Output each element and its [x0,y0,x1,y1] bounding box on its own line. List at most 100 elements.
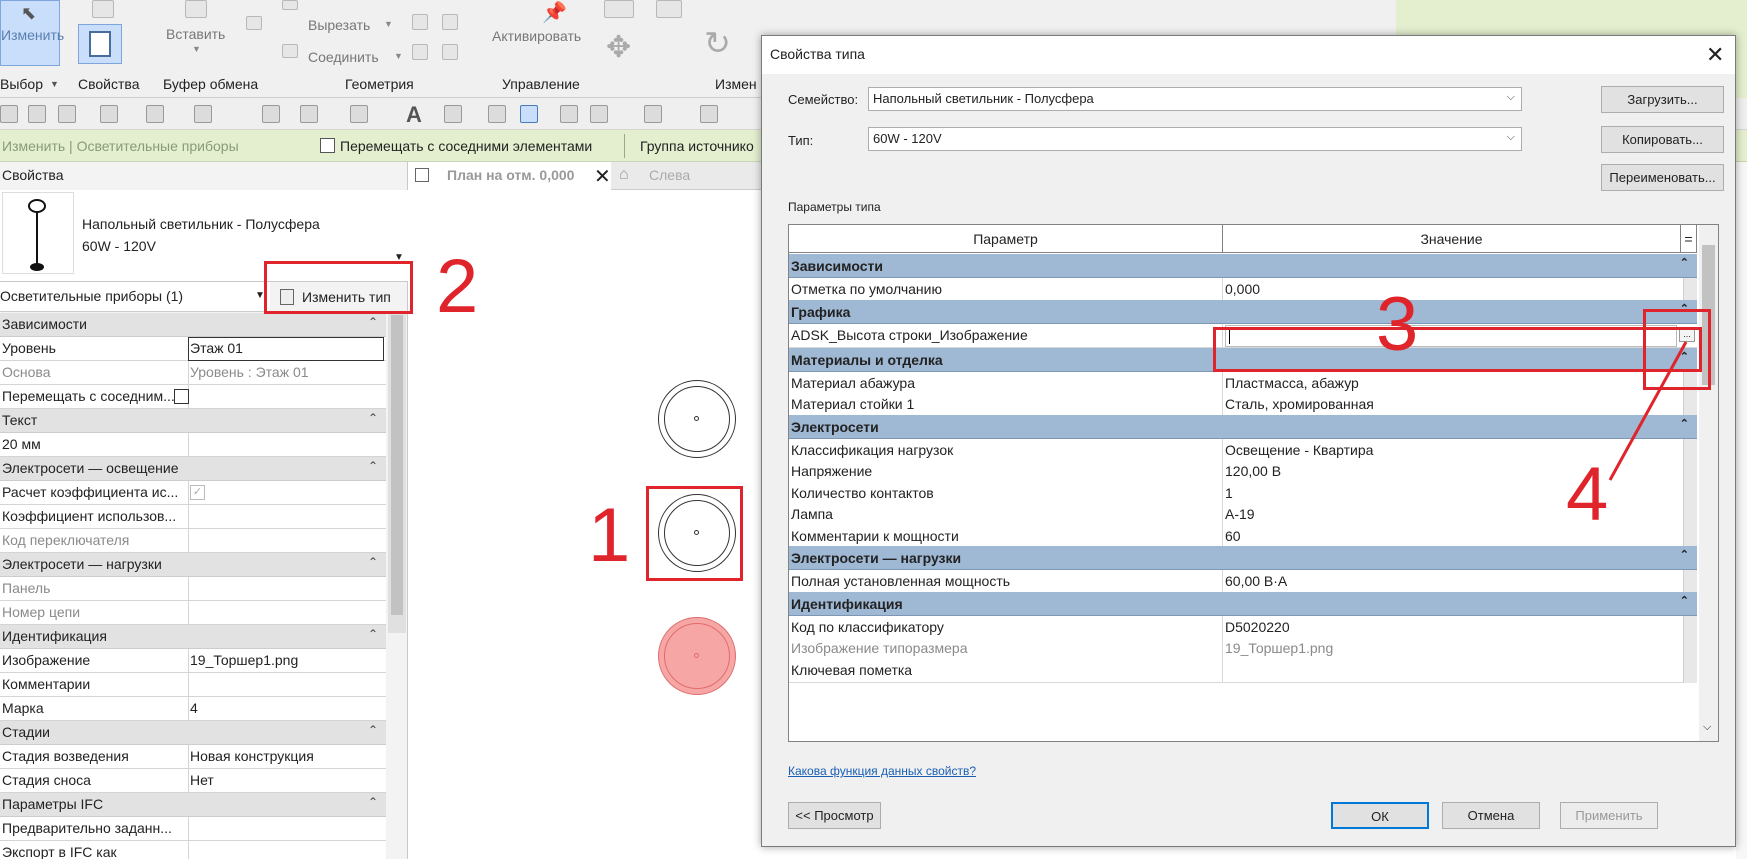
palette-section-header[interactable]: Идентификация ⌃ [0,625,386,649]
collapse-icon[interactable]: ⌃ [368,411,378,425]
property-value[interactable]: 4 [190,700,198,716]
collapse-icon[interactable]: ⌃ [1680,548,1689,561]
dimension-icon[interactable] [300,105,318,123]
parameter-value[interactable]: 1 [1225,485,1233,501]
collapse-icon[interactable]: ⌃ [1680,256,1689,269]
collapse-icon[interactable]: ⌃ [368,315,378,329]
palette-property-row[interactable]: Перемещать с соседним... [0,385,386,409]
move-with-neighbors-checkbox[interactable] [320,138,335,153]
tab-left-elevation[interactable]: Слева [649,167,690,183]
property-value[interactable]: 19_Торшер1.png [190,652,298,668]
palette-property-row[interactable]: Расчет коэффициента ис... ✓ [0,481,386,505]
sync-icon[interactable] [58,105,76,123]
palette-property-row[interactable]: Стадия сноса Нет [0,769,386,793]
palette-property-row[interactable]: 20 мм [0,433,386,457]
palette-property-row[interactable]: Стадия возведения Новая конструкция [0,745,386,769]
formula-cell[interactable] [1683,524,1697,549]
palette-scroll-thumb[interactable] [391,315,403,615]
join-icon[interactable] [282,44,298,58]
palette-property-row[interactable]: Панель [0,577,386,601]
palette-property-row[interactable]: Номер цепи [0,601,386,625]
instance-filter[interactable]: Осветительные приборы (1) ▼ [0,282,270,312]
copy-icon[interactable] [246,16,262,30]
undo-icon[interactable] [100,105,118,123]
formula-cell[interactable] [1683,503,1697,527]
modify-button[interactable]: ⬉ Изменить [0,0,64,66]
parameter-row[interactable]: Комментарии к мощности 60 [789,524,1697,549]
close-icon[interactable]: ✕ [1706,42,1724,68]
property-value[interactable]: Нет [190,772,214,788]
cut-dropdown-icon[interactable]: ▼ [384,19,393,29]
parameter-value[interactable]: 120,00 В [1225,463,1281,479]
column-header-value[interactable]: Значение [1223,225,1681,253]
parameter-row[interactable]: Полная установленная мощность 60,00 В·А [789,570,1697,594]
property-value[interactable]: Новая конструкция [190,748,314,764]
open-icon[interactable] [0,105,18,123]
palette-property-row[interactable]: Основа Уровень : Этаж 01 [0,361,386,385]
property-checkbox[interactable] [174,389,189,404]
ok-button[interactable]: ОК [1331,802,1429,829]
property-value[interactable]: Уровень : Этаж 01 [190,364,309,380]
collapse-icon[interactable]: ⌃ [368,723,378,737]
switch-windows-icon[interactable] [590,105,608,123]
property-value[interactable]: Этаж 01 [190,340,243,356]
3d-view-icon[interactable] [444,105,462,123]
group-select[interactable]: Выбор [0,76,43,92]
formula-cell[interactable] [1683,637,1697,661]
type-properties-icon[interactable] [92,0,114,18]
cut-button[interactable]: Вырезать [308,17,370,33]
palette-property-row[interactable]: Изображение 19_Торшер1.png [0,649,386,673]
formula-cell[interactable] [1683,278,1697,302]
customize-qat-icon[interactable] [700,105,718,123]
parameter-value[interactable]: 0,000 [1225,281,1260,297]
parameter-row[interactable]: Напряжение 120,00 В [789,460,1697,484]
geometry-tool-icon-3[interactable] [412,44,428,60]
palette-property-row[interactable]: Марка 4 [0,697,386,721]
redo-icon[interactable] [146,105,164,123]
palette-property-row[interactable]: Экспорт в IFC как [0,841,386,859]
tab-floor-plan[interactable]: План на отм. 0,000 ✕ [409,162,611,190]
parameter-row[interactable]: Изображение типоразмера 19_Торшер1.png [789,637,1697,661]
palette-property-row[interactable]: Предварительно заданн... [0,817,386,841]
paste-dropdown-icon[interactable]: ▼ [192,44,201,54]
join-dropdown-icon[interactable]: ▼ [394,51,403,61]
collapse-icon[interactable]: ⌃ [368,795,378,809]
palette-section-header[interactable]: Параметры IFC ⌃ [0,793,386,817]
text-icon[interactable]: A [406,102,422,128]
parameter-group-header[interactable]: Электросети — нагрузки ⌃ [789,546,1697,570]
palette-scrollbar[interactable] [388,313,406,633]
parameter-row[interactable]: Классификация нагрузок Освещение - Кварти… [789,438,1697,463]
tab-views-icon[interactable] [644,105,662,123]
palette-property-row[interactable]: Комментарии [0,673,386,697]
formula-cell[interactable] [1683,615,1697,640]
palette-section-header[interactable]: Зависимости ⌃ [0,313,386,337]
parameter-value[interactable]: D5020220 [1225,619,1290,635]
palette-section-header[interactable]: Текст ⌃ [0,409,386,433]
rename-button[interactable]: Переименовать... [1601,164,1724,191]
palette-section-header[interactable]: Электросети — нагрузки ⌃ [0,553,386,577]
preview-button[interactable]: << Просмотр [788,802,881,829]
column-header-equals[interactable]: = [1681,225,1697,253]
cancel-button[interactable]: Отмена [1442,802,1540,829]
scroll-down-icon[interactable]: ⌵ [1703,721,1711,734]
wrench-icon[interactable] [442,44,458,60]
move-icon[interactable]: ✥ [606,30,631,65]
grid-scrollbar[interactable]: ⌵ [1699,225,1718,741]
geometry-tool-icon[interactable] [412,14,428,30]
formula-cell[interactable] [1683,658,1697,683]
column-header-parameter[interactable]: Параметр [789,225,1223,253]
offset-icon[interactable] [656,0,682,18]
rotate-icon[interactable]: ↻ [704,24,731,62]
measure-icon[interactable] [262,105,280,123]
tag-icon[interactable] [350,105,368,123]
parameter-value[interactable]: 60 [1225,528,1241,544]
collapse-icon[interactable]: ⌃ [368,627,378,641]
section-icon[interactable] [488,105,506,123]
parameter-row[interactable]: Материал абажура Пластмасса, абажур [789,371,1697,396]
select-dropdown-icon[interactable]: ▼ [50,79,59,89]
close-hidden-icon[interactable] [560,105,578,123]
join-button[interactable]: Соединить [308,49,379,65]
help-link[interactable]: Какова функция данных свойств? [788,764,976,778]
parameter-row[interactable]: Ключевая пометка [789,658,1697,683]
parameter-group-header[interactable]: Зависимости ⌃ [789,254,1697,278]
